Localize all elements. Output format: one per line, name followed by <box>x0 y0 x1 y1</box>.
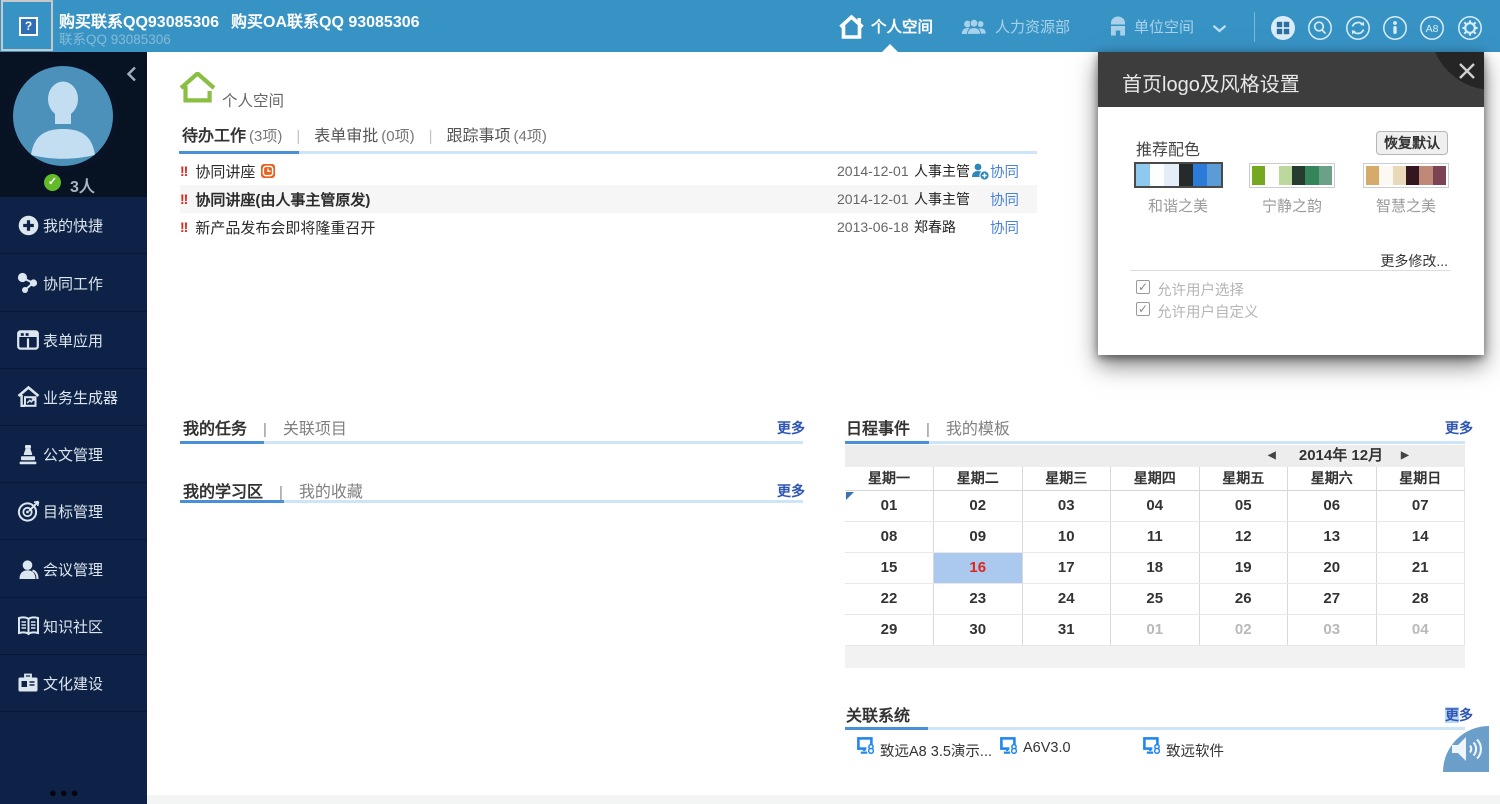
svg-text:A8: A8 <box>1426 23 1439 35</box>
